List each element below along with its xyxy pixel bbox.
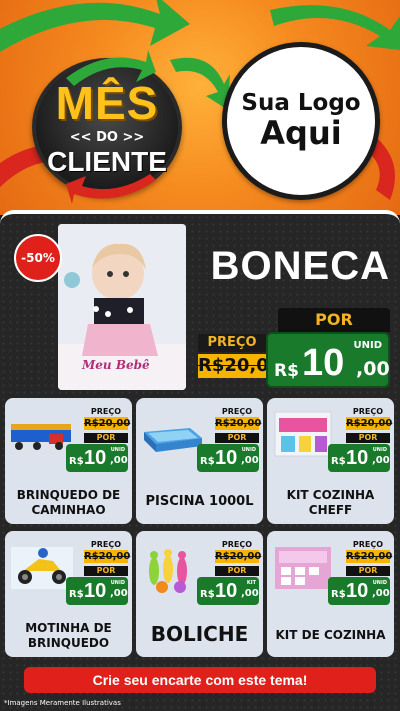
card-product-name: BOLICHE (150, 622, 249, 646)
product-card[interactable]: PREÇO R$20,00 POR R$ 10 ,00 KIT BOLICHE (136, 531, 263, 657)
card-currency: R$ (69, 589, 84, 600)
card-currency: R$ (69, 456, 84, 467)
hero-product-title: BONECA (210, 244, 390, 288)
card-product-name: BRINQUEDO DE CAMINHAO (16, 488, 121, 517)
card-product-name: KIT COZINHA CHEFF (286, 488, 375, 517)
logo-line-1: Sua Logo (241, 89, 361, 116)
card-preco-label: PREÇO (90, 540, 122, 549)
hero-price-box: R$ 10 ,00 UNID (266, 332, 390, 388)
mes-do-cliente-seal: MÊS << DO >> CLIENTE (32, 50, 182, 204)
hero-por-label: POR (278, 308, 390, 332)
card-por-label: POR (215, 566, 259, 576)
card-old-price: R$20,00 (84, 417, 131, 430)
card-preco-label: PREÇO (221, 407, 253, 416)
product-card[interactable]: PREÇO R$20,00 POR R$ 10 ,00 UNID KIT COZ… (267, 398, 394, 524)
card-price-decimal: ,00 (110, 588, 128, 599)
header-banner: MÊS << DO >> CLIENTE Sua Logo Aqui (0, 0, 400, 215)
card-price-box: R$ 10 ,00 UNID (328, 577, 390, 605)
flyer-page: MÊS << DO >> CLIENTE Sua Logo Aqui Meu B… (0, 0, 400, 711)
card-por-label: POR (84, 433, 128, 443)
card-unit-label: UNID (372, 580, 387, 586)
card-unit-label: UNID (110, 447, 125, 453)
card-old-price: R$20,00 (346, 417, 393, 430)
card-price-integer: 10 (84, 447, 107, 469)
seal-line-mes: MÊS (55, 77, 159, 129)
card-price-integer: 10 (215, 580, 238, 602)
card-price-integer: 10 (346, 447, 369, 469)
discount-badge: -50% (14, 234, 62, 282)
card-por-label: POR (346, 566, 390, 576)
card-old-price: R$20,00 (346, 550, 393, 563)
card-price-integer: 10 (215, 447, 238, 469)
product-card[interactable]: PREÇO R$20,00 POR R$ 10 ,00 UNID BRINQUE… (5, 398, 132, 524)
card-preco-label: PREÇO (90, 407, 122, 416)
hero-preco-label: PREÇO (198, 334, 266, 352)
card-price-decimal: ,00 (372, 455, 390, 466)
card-currency: R$ (331, 456, 346, 467)
card-por-label: POR (346, 433, 390, 443)
doll-product-image[interactable]: Meu Bebê (58, 224, 186, 390)
card-product-name: KIT DE COZINHA (275, 628, 386, 642)
card-price-box: R$ 10 ,00 UNID (66, 444, 128, 472)
hero-old-price: R$20,00 (198, 354, 282, 378)
card-price-decimal: ,00 (241, 455, 259, 466)
card-currency: R$ (331, 589, 346, 600)
hero-old-price-tag: PREÇO R$20,00 (198, 334, 282, 378)
card-preco-label: PREÇO (221, 540, 253, 549)
card-old-price: R$20,00 (215, 417, 262, 430)
card-unit-label: KIT (246, 580, 256, 586)
card-currency: R$ (200, 456, 215, 467)
card-old-price: R$20,00 (215, 550, 262, 563)
product-card[interactable]: PREÇO R$20,00 POR R$ 10 ,00 UNID KIT DE … (267, 531, 394, 657)
card-unit-label: UNID (241, 447, 256, 453)
card-price-decimal: ,00 (110, 455, 128, 466)
card-price-integer: 10 (84, 580, 107, 602)
create-flyer-button[interactable]: Crie seu encarte com este tema! (24, 667, 376, 693)
card-price-box: R$ 10 ,00 UNID (66, 577, 128, 605)
hero-unit-label: UNID (353, 340, 382, 351)
card-por-label: POR (84, 566, 128, 576)
card-price-decimal: ,00 (372, 588, 390, 599)
card-unit-label: UNID (372, 447, 387, 453)
green-arrow-icon (170, 57, 230, 110)
card-product-name: PISCINA 1000L (145, 493, 254, 509)
card-price-box: R$ 10 ,00 KIT (197, 577, 259, 605)
card-price-integer: 10 (346, 580, 369, 602)
doll-box-label: Meu Bebê (82, 358, 150, 372)
seal-line-do: << DO >> (69, 130, 145, 145)
card-price-box: R$ 10 ,00 UNID (197, 444, 259, 472)
hero-price-integer: 10 (302, 342, 345, 384)
card-price-decimal: ,00 (241, 588, 259, 599)
card-unit-label: UNID (110, 580, 125, 586)
seal-line-cliente: CLIENTE (47, 146, 167, 177)
card-currency: R$ (200, 589, 215, 600)
card-old-price: R$20,00 (84, 550, 131, 563)
card-product-name: MOTINHA DE BRINQUEDO (25, 621, 112, 650)
hero-currency: R$ (274, 361, 299, 381)
disclaimer-text: *Imagens Meramente Ilustrativas (4, 699, 121, 707)
seal-text: MÊS << DO >> CLIENTE (36, 62, 178, 192)
product-card[interactable]: PREÇO R$20,00 POR R$ 10 ,00 UNID PISCINA… (136, 398, 263, 524)
product-card[interactable]: PREÇO R$20,00 POR R$ 10 ,00 UNID MOTINHA… (5, 531, 132, 657)
card-por-label: POR (215, 433, 259, 443)
logo-line-2: Aqui (260, 114, 342, 153)
card-preco-label: PREÇO (352, 407, 384, 416)
hero-price-decimal: ,00 (356, 358, 390, 380)
card-price-box: R$ 10 ,00 UNID (328, 444, 390, 472)
logo-placeholder[interactable]: Sua Logo Aqui (222, 42, 380, 200)
card-preco-label: PREÇO (352, 540, 384, 549)
green-arrow-icon (0, 0, 190, 52)
